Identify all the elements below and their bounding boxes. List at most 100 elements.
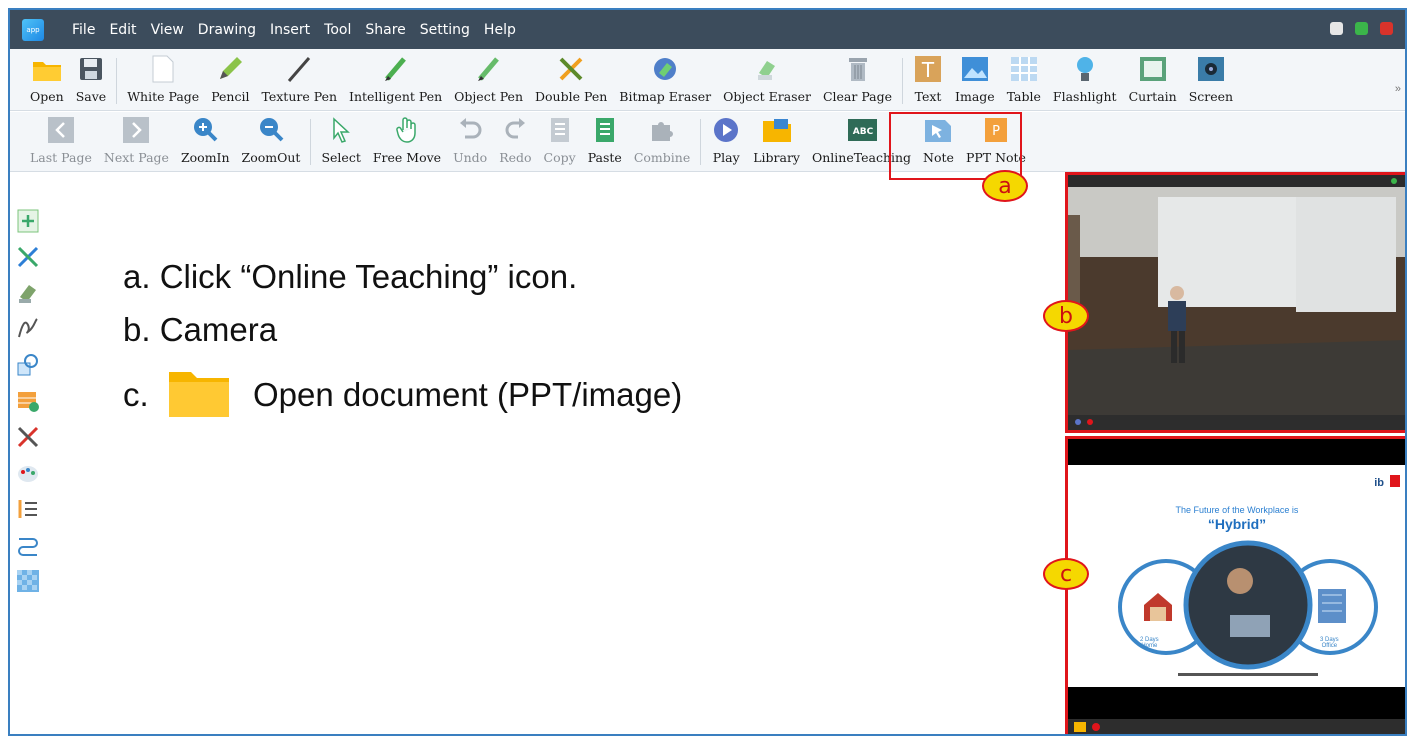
redo-icon	[500, 115, 530, 145]
menu-share[interactable]: Share	[365, 22, 405, 38]
insert-media-side-icon[interactable]	[14, 387, 42, 415]
tools-side-icon[interactable]	[14, 423, 42, 451]
folder-icon	[32, 54, 62, 84]
undo-button[interactable]: Undo	[447, 112, 493, 171]
eraser-side-icon[interactable]	[14, 279, 42, 307]
trash-icon	[843, 54, 873, 84]
toolbar-divider	[700, 119, 702, 165]
bitmap-eraser-button[interactable]: Bitmap Eraser	[613, 49, 717, 110]
left-toolbar	[10, 173, 46, 734]
background-side-icon[interactable]	[14, 567, 42, 595]
instruction-c: c. Open document (PPT/image)	[123, 364, 682, 426]
floppy-icon	[76, 54, 106, 84]
doc-letterbox-bottom	[1068, 687, 1405, 719]
undo-icon	[455, 115, 485, 145]
app-logo-icon: app	[22, 18, 44, 41]
screen-button[interactable]: Screen	[1183, 49, 1239, 110]
free-move-button[interactable]: Free Move	[367, 112, 447, 171]
zoom-in-button[interactable]: ZoomIn	[175, 112, 236, 171]
texture-pen-button[interactable]: Texture Pen	[255, 49, 343, 110]
library-button[interactable]: Library	[747, 112, 806, 171]
slide-left-label: 2 Days Home	[1140, 637, 1159, 649]
paste-icon	[590, 115, 620, 145]
intelligent-pen-button[interactable]: Intelligent Pen	[343, 49, 448, 110]
camera-feed	[1068, 175, 1405, 430]
doc-slide: ib The Future of the Workplace is “Hybri…	[1068, 465, 1405, 687]
instruction-c-prefix: c.	[123, 376, 149, 413]
list-side-icon[interactable]	[14, 495, 42, 523]
save-button[interactable]: Save	[70, 49, 112, 110]
copy-button[interactable]: Copy	[538, 112, 582, 171]
object-pen-button[interactable]: Object Pen	[448, 49, 529, 110]
combine-button[interactable]: Combine	[628, 112, 696, 171]
maximize-button[interactable]	[1355, 22, 1368, 35]
image-button[interactable]: Image	[949, 49, 1001, 110]
chevron-left-icon	[46, 115, 76, 145]
flashlight-button[interactable]: Flashlight	[1047, 49, 1123, 110]
app-window: app File Edit View Drawing Insert Tool S…	[8, 8, 1407, 736]
instruction-b: b. Camera	[123, 311, 278, 348]
open-button[interactable]: Open	[24, 49, 70, 110]
object-eraser-icon	[752, 54, 782, 84]
play-button[interactable]: Play	[705, 112, 747, 171]
curtain-button[interactable]: Curtain	[1123, 49, 1183, 110]
whiteboard-canvas[interactable]: a. Click “Online Teaching” icon. b. Came…	[50, 173, 1060, 734]
paste-button[interactable]: Paste	[582, 112, 628, 171]
zoom-out-button[interactable]: ZoomOut	[236, 112, 307, 171]
minimize-button[interactable]	[1330, 22, 1343, 35]
callout-c: c	[1043, 558, 1089, 590]
last-page-button[interactable]: Last Page	[24, 112, 98, 171]
double-pen-side-icon[interactable]	[14, 243, 42, 271]
texture-pen-icon	[284, 54, 314, 84]
palette-side-icon[interactable]	[14, 459, 42, 487]
redo-button[interactable]: Redo	[493, 112, 537, 171]
title-menu-bar: app File Edit View Drawing Insert Tool S…	[10, 10, 1405, 49]
flashlight-icon	[1070, 54, 1100, 84]
secondary-toolbar: Last Page Next Page ZoomIn ZoomOut Selec…	[10, 112, 1405, 172]
text-icon: T	[913, 54, 943, 84]
pencil-button[interactable]: Pencil	[205, 49, 255, 110]
play-icon	[711, 115, 741, 145]
object-pen-icon	[474, 54, 504, 84]
menu-file[interactable]: File	[72, 22, 95, 38]
white-page-button[interactable]: White Page	[121, 49, 205, 110]
toolbar-divider	[310, 119, 312, 165]
shapes-side-icon[interactable]	[14, 351, 42, 379]
svg-text:T: T	[921, 58, 935, 82]
bitmap-eraser-icon	[650, 54, 680, 84]
add-page-icon[interactable]	[14, 207, 42, 235]
window-controls	[1330, 22, 1393, 35]
menu-edit[interactable]: Edit	[109, 22, 136, 38]
clear-page-button[interactable]: Clear Page	[817, 49, 898, 110]
select-button[interactable]: Select	[315, 112, 366, 171]
object-eraser-button[interactable]: Object Eraser	[717, 49, 817, 110]
doc-letterbox-top	[1068, 439, 1405, 465]
library-icon	[762, 115, 792, 145]
connector-side-icon[interactable]	[14, 531, 42, 559]
abc-board-icon: ABC	[847, 115, 877, 145]
screen-icon	[1196, 54, 1226, 84]
toolbar-overflow-icon[interactable]: »	[1395, 83, 1401, 95]
menu-setting[interactable]: Setting	[420, 22, 470, 38]
callout-b: b	[1043, 300, 1089, 332]
zoom-in-icon	[190, 115, 220, 145]
cursor-icon	[326, 115, 356, 145]
curve-side-icon[interactable]	[14, 315, 42, 343]
toolbar-divider	[902, 58, 904, 104]
intelligent-pen-icon	[381, 54, 411, 84]
menu-tool[interactable]: Tool	[324, 22, 351, 38]
hand-icon	[392, 115, 422, 145]
next-page-button[interactable]: Next Page	[98, 112, 175, 171]
double-pen-button[interactable]: Double Pen	[529, 49, 613, 110]
menu-insert[interactable]: Insert	[270, 22, 310, 38]
menu-view[interactable]: View	[151, 22, 184, 38]
doc-record-icon[interactable]	[1092, 723, 1100, 731]
text-button[interactable]: T Text	[907, 49, 949, 110]
doc-panel-footer	[1068, 719, 1405, 734]
menu-drawing[interactable]: Drawing	[198, 22, 256, 38]
table-button[interactable]: Table	[1001, 49, 1047, 110]
close-button[interactable]	[1380, 22, 1393, 35]
open-document-folder-icon[interactable]	[1074, 722, 1086, 732]
curtain-icon	[1138, 54, 1168, 84]
menu-help[interactable]: Help	[484, 22, 516, 38]
